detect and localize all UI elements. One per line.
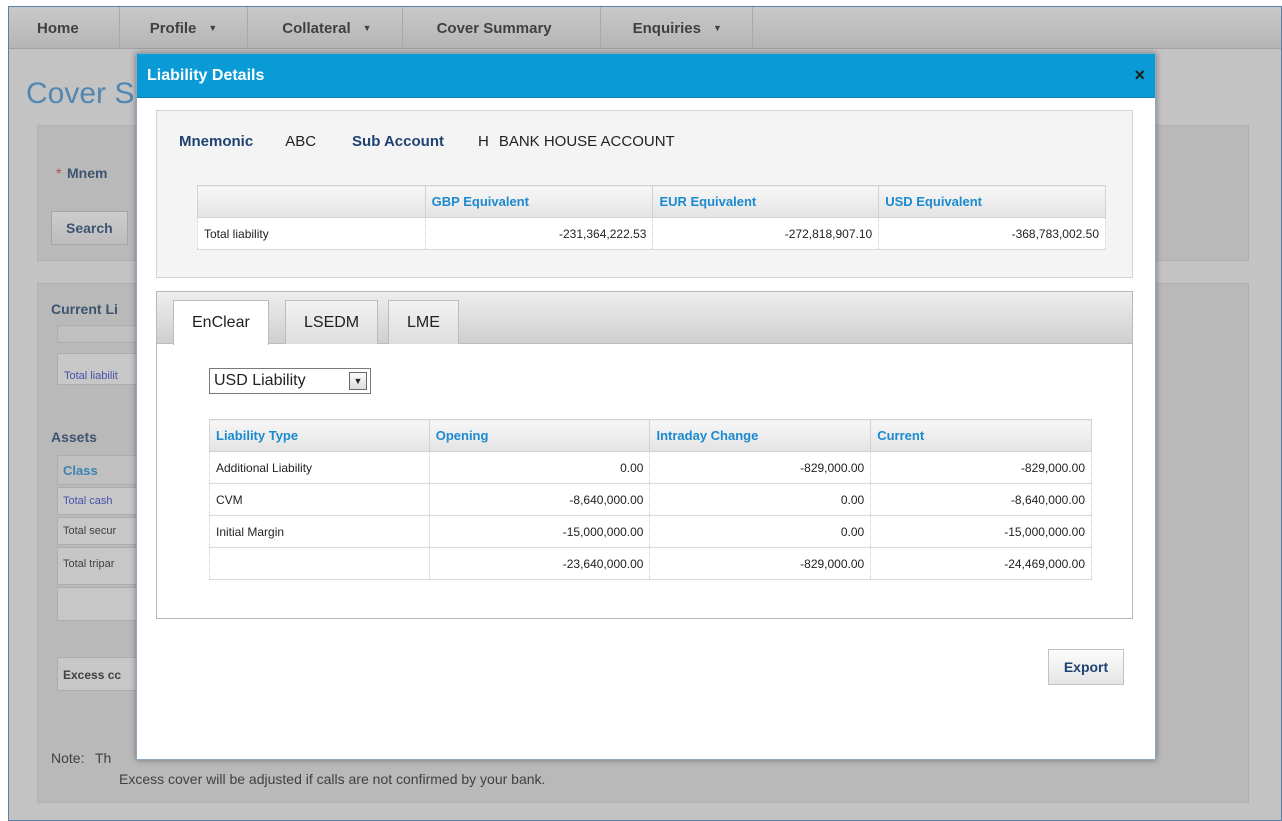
table-row: CVM -8,640,000.00 0.00 -8,640,000.00 bbox=[209, 483, 1092, 516]
total-liability-table: GBP Equivalent EUR Equivalent USD Equiva… bbox=[197, 185, 1106, 250]
table-total-row: -23,640,000.00 -829,000.00 -24,469,000.0… bbox=[209, 547, 1092, 580]
account-summary-box: Mnemonic ABC Sub Account H BANK HOUSE AC… bbox=[156, 110, 1133, 278]
mnemonic-label: Mnemonic bbox=[179, 133, 254, 150]
tab-lme[interactable]: LME bbox=[388, 300, 459, 344]
export-button[interactable]: Export bbox=[1048, 649, 1124, 685]
column-header: USD Equivalent bbox=[878, 185, 1106, 218]
currency-select-value: USD Liability bbox=[214, 372, 306, 389]
column-header: EUR Equivalent bbox=[652, 185, 880, 218]
dialog-title: Liability Details bbox=[147, 66, 265, 84]
current-value: -15,000,000.00 bbox=[870, 515, 1092, 548]
current-total: -24,469,000.00 bbox=[870, 547, 1092, 580]
opening-value: 0.00 bbox=[428, 451, 651, 484]
column-header: Current bbox=[870, 419, 1092, 452]
tab-lsedm[interactable]: LSEDM bbox=[285, 300, 379, 344]
account-meta: Mnemonic ABC Sub Account H BANK HOUSE AC… bbox=[179, 133, 675, 150]
liability-type: Initial Margin bbox=[209, 515, 430, 548]
opening-value: -15,000,000.00 bbox=[428, 515, 651, 548]
dialog-header: Liability Details × bbox=[137, 54, 1155, 98]
column-header: Liability Type bbox=[209, 419, 430, 452]
opening-total: -23,640,000.00 bbox=[428, 547, 651, 580]
row-label: Total liability bbox=[197, 217, 426, 250]
liability-table: Liability Type Opening Intraday Change C… bbox=[209, 419, 1092, 580]
liability-type bbox=[209, 547, 430, 580]
liability-type: Additional Liability bbox=[209, 451, 430, 484]
intraday-total: -829,000.00 bbox=[649, 547, 872, 580]
tab-strip: EnClear LSEDM LME bbox=[157, 292, 1132, 345]
close-icon[interactable]: × bbox=[1134, 65, 1145, 86]
market-tabs-panel: EnClear LSEDM LME USD Liability ▼ Liabil… bbox=[156, 291, 1133, 619]
table-row: Additional Liability 0.00 -829,000.00 -8… bbox=[209, 451, 1092, 484]
current-value: -829,000.00 bbox=[870, 451, 1092, 484]
table-row: Initial Margin -15,000,000.00 0.00 -15,0… bbox=[209, 515, 1092, 548]
current-value: -8,640,000.00 bbox=[870, 483, 1092, 516]
opening-value: -8,640,000.00 bbox=[428, 483, 651, 516]
application-window: Home Profile ▼ Collateral ▼ Cover Summary … bbox=[8, 6, 1282, 821]
gbp-value: -231,364,222.53 bbox=[424, 217, 654, 250]
currency-select[interactable]: USD Liability ▼ bbox=[209, 368, 371, 394]
mnemonic-value: ABC bbox=[285, 133, 317, 150]
table-header-row: Liability Type Opening Intraday Change C… bbox=[209, 419, 1092, 452]
column-header: Intraday Change bbox=[649, 419, 872, 452]
table-row: Total liability -231,364,222.53 -272,818… bbox=[197, 217, 1106, 250]
intraday-value: 0.00 bbox=[649, 515, 872, 548]
liability-details-dialog: Liability Details × Mnemonic ABC Sub Acc… bbox=[136, 53, 1156, 760]
liability-type: CVM bbox=[209, 483, 430, 516]
eur-value: -272,818,907.10 bbox=[652, 217, 880, 250]
column-header: Opening bbox=[428, 419, 651, 452]
column-header bbox=[197, 185, 426, 218]
usd-value: -368,783,002.50 bbox=[878, 217, 1106, 250]
table-header-row: GBP Equivalent EUR Equivalent USD Equiva… bbox=[197, 185, 1106, 218]
tab-enclear[interactable]: EnClear bbox=[173, 300, 269, 345]
sub-account-name: BANK HOUSE ACCOUNT bbox=[498, 133, 675, 150]
sub-account-code: H bbox=[477, 133, 489, 150]
intraday-value: -829,000.00 bbox=[649, 451, 872, 484]
intraday-value: 0.00 bbox=[649, 483, 872, 516]
sub-account-label: Sub Account bbox=[352, 133, 444, 150]
chevron-down-icon[interactable]: ▼ bbox=[349, 372, 367, 390]
column-header: GBP Equivalent bbox=[424, 185, 654, 218]
